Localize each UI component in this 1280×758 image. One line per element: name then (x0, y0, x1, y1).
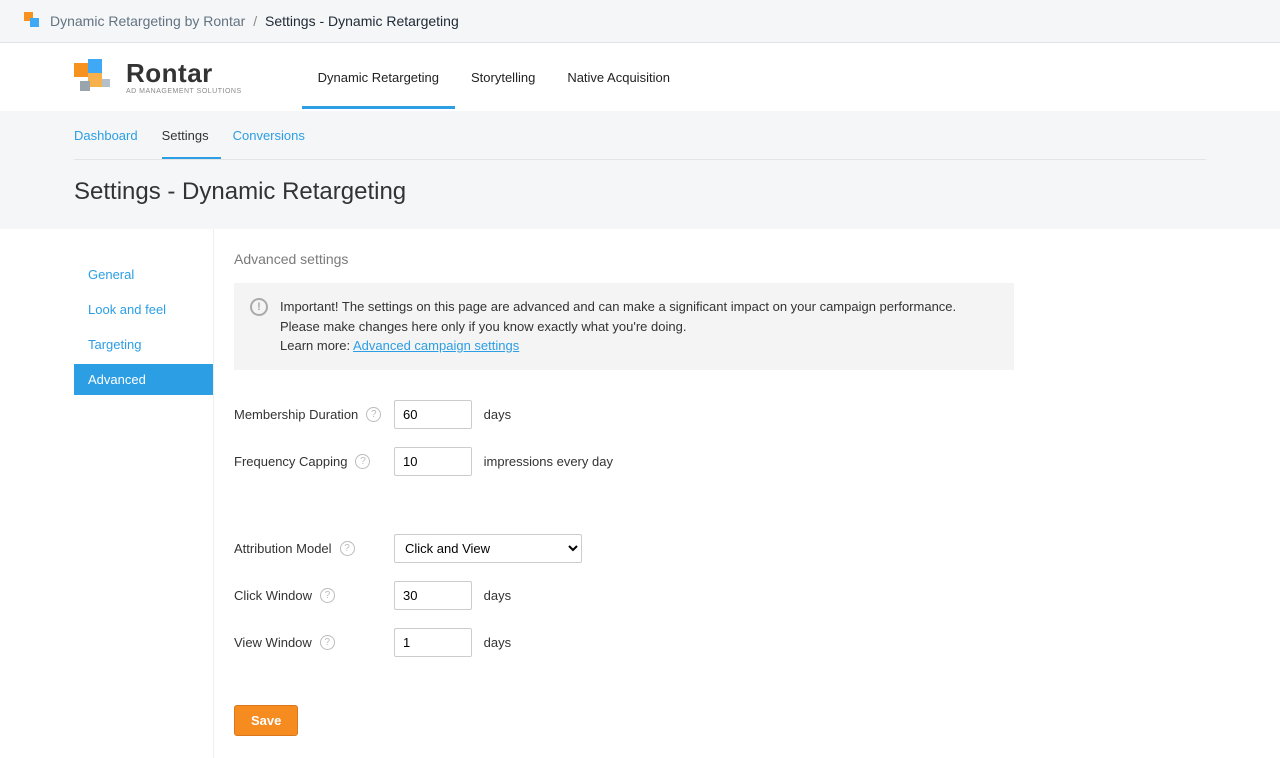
view-window-input[interactable] (394, 628, 472, 657)
page-title: Settings - Dynamic Retargeting (74, 160, 1206, 228)
content-area: General Look and feel Targeting Advanced Ad… (0, 229, 1280, 758)
help-icon[interactable]: ? (320, 635, 335, 650)
membership-suffix: days (484, 407, 511, 422)
main-nav: Dynamic RetargetingStorytellingNative Ac… (302, 46, 686, 109)
main-nav-tab[interactable]: Dynamic Retargeting (302, 46, 455, 109)
app-favicon (24, 12, 42, 30)
info-icon: ! (250, 298, 268, 316)
section-title: Advanced settings (234, 251, 1014, 267)
logo-mark-icon (74, 59, 118, 95)
save-button[interactable]: Save (234, 705, 298, 736)
frequency-suffix: impressions every day (484, 454, 613, 469)
sub-nav-tab[interactable]: Dashboard (74, 112, 150, 159)
sub-header: Dashboard Settings Conversions Settings - … (0, 112, 1280, 229)
help-icon[interactable]: ? (340, 541, 355, 556)
logo-text: Rontar AD MANAGEMENT SOLUTIONS (126, 60, 242, 95)
sidebar-list: General Look and feel Targeting Advanced (74, 259, 213, 395)
label-attribution-model: Attribution Model ? (234, 541, 394, 556)
sidebar-item[interactable]: Targeting (74, 329, 213, 360)
settings-main: Advanced settings ! Important! The setti… (214, 229, 1034, 758)
help-icon[interactable]: ? (355, 454, 370, 469)
view-window-suffix: days (484, 635, 511, 650)
sub-nav-tab[interactable]: Conversions (233, 112, 317, 159)
sub-nav: Dashboard Settings Conversions (74, 112, 1206, 160)
notice-body: Important! The settings on this page are… (280, 297, 998, 356)
notice-link[interactable]: Advanced campaign settings (353, 338, 519, 353)
row-attribution-model: Attribution Model ? Click and View (234, 534, 1014, 563)
sidebar-item[interactable]: Advanced (74, 364, 213, 395)
sidebar-item[interactable]: General (74, 259, 213, 290)
main-nav-tab[interactable]: Native Acquisition (551, 46, 686, 109)
row-click-window: Click Window ? days (234, 581, 1014, 610)
attribution-model-select[interactable]: Click and View (394, 534, 582, 563)
help-icon[interactable]: ? (320, 588, 335, 603)
label-membership-duration: Membership Duration ? (234, 407, 394, 422)
top-breadcrumb-bar: Dynamic Retargeting by Rontar / Settings… (0, 0, 1280, 43)
notice-learn-more-prefix: Learn more: (280, 338, 353, 353)
row-frequency-capping: Frequency Capping ? impressions every da… (234, 447, 1014, 476)
breadcrumb-app[interactable]: Dynamic Retargeting by Rontar (50, 13, 245, 29)
help-icon[interactable]: ? (366, 407, 381, 422)
logo-name: Rontar (126, 60, 242, 86)
main-nav-tab[interactable]: Storytelling (455, 46, 551, 109)
label-frequency-capping: Frequency Capping ? (234, 454, 394, 469)
membership-duration-input[interactable] (394, 400, 472, 429)
sub-nav-tab[interactable]: Settings (162, 112, 221, 159)
main-header: Rontar AD MANAGEMENT SOLUTIONS Dynamic R… (0, 43, 1280, 112)
row-view-window: View Window ? days (234, 628, 1014, 657)
settings-sidebar: General Look and feel Targeting Advanced (74, 229, 214, 758)
label-view-window: View Window ? (234, 635, 394, 650)
row-membership-duration: Membership Duration ? days (234, 400, 1014, 429)
breadcrumb-current: Settings - Dynamic Retargeting (265, 13, 459, 29)
sidebar-item[interactable]: Look and feel (74, 294, 213, 325)
breadcrumb: Dynamic Retargeting by Rontar / Settings… (50, 13, 459, 29)
breadcrumb-separator: / (253, 13, 257, 29)
click-window-suffix: days (484, 588, 511, 603)
frequency-capping-input[interactable] (394, 447, 472, 476)
click-window-input[interactable] (394, 581, 472, 610)
logo[interactable]: Rontar AD MANAGEMENT SOLUTIONS (74, 43, 242, 111)
label-click-window: Click Window ? (234, 588, 394, 603)
logo-tagline: AD MANAGEMENT SOLUTIONS (126, 88, 242, 95)
notice-text: Important! The settings on this page are… (280, 299, 956, 334)
warning-notice: ! Important! The settings on this page a… (234, 283, 1014, 370)
